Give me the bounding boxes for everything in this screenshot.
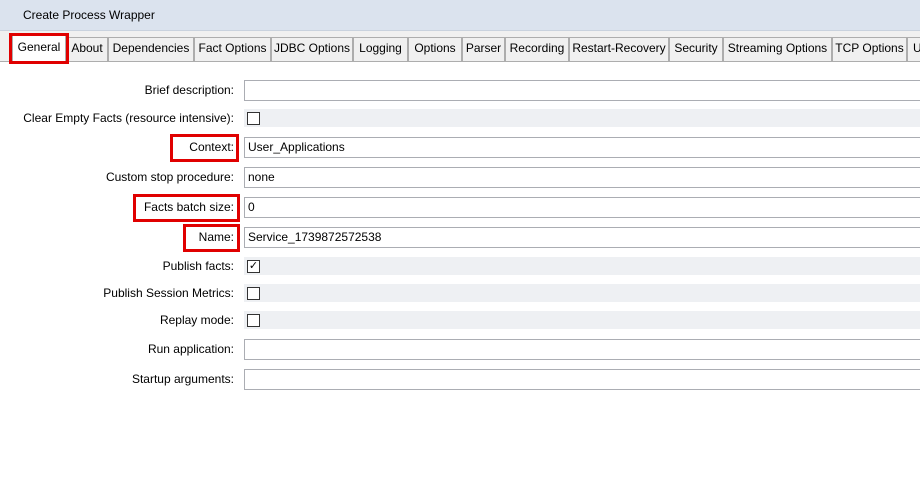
tab-parser[interactable]: Parser: [462, 37, 505, 61]
tab-fact-options[interactable]: Fact Options: [194, 37, 271, 61]
facts-batch-size-highlight: [133, 194, 240, 222]
publish-session-metrics-checkbox[interactable]: [247, 287, 260, 300]
tab-label: TCP Options: [835, 41, 904, 55]
run-application-label: Run application:: [147, 342, 234, 356]
facts-batch-size-field[interactable]: 0: [244, 197, 920, 218]
tab-label: Fact Options: [198, 41, 267, 55]
tab-label: Streaming Options: [727, 41, 828, 55]
tab-security[interactable]: Security: [669, 37, 723, 61]
tab-dependencies[interactable]: Dependencies: [108, 37, 194, 61]
publish-facts-row: [244, 257, 920, 275]
title-bar: Create Process Wrapper: [0, 0, 920, 31]
clear-empty-facts-row: [244, 109, 920, 127]
replay-mode-checkbox[interactable]: [247, 314, 260, 327]
replay-mode-row: [244, 311, 920, 329]
name-highlight: [183, 224, 240, 252]
tab-strip: General About Dependencies Fact Options …: [0, 31, 920, 62]
publish-facts-checkbox[interactable]: ✓: [247, 260, 260, 273]
clear-empty-facts-label: Clear Empty Facts (resource intensive):: [23, 111, 234, 125]
general-tab-highlight: [9, 33, 69, 64]
tab-label: About: [71, 41, 103, 55]
tab-about[interactable]: About: [66, 37, 108, 61]
publish-session-metrics-label: Publish Session Metrics:: [103, 286, 234, 300]
tab-label: Restart-Recovery: [572, 41, 666, 55]
custom-stop-procedure-label: Custom stop procedure:: [105, 170, 234, 184]
run-application-field[interactable]: [244, 339, 920, 360]
tab-label: Recording: [509, 41, 565, 55]
tab-label: Dependencies: [112, 41, 190, 55]
brief-description-label: Brief description:: [144, 83, 234, 97]
tab-recording[interactable]: Recording: [505, 37, 569, 61]
publish-facts-label: Publish facts:: [162, 259, 234, 273]
tab-label: U: [913, 41, 920, 55]
startup-arguments-field[interactable]: [244, 369, 920, 390]
tab-u[interactable]: U: [907, 37, 920, 61]
replay-mode-label: Replay mode:: [159, 313, 234, 327]
tab-label: Logging: [359, 41, 402, 55]
context-field[interactable]: User_Applications: [244, 137, 920, 158]
tab-streaming-options[interactable]: Streaming Options: [723, 37, 832, 61]
tab-label: Parser: [465, 41, 502, 55]
context-highlight: [170, 134, 239, 162]
publish-session-metrics-row: [244, 284, 920, 302]
custom-stop-procedure-field[interactable]: none: [244, 167, 920, 188]
name-field[interactable]: Service_1739872572538: [244, 227, 920, 248]
tab-label: Security: [674, 41, 718, 55]
brief-description-field[interactable]: [244, 80, 920, 101]
tab-jdbc-options[interactable]: JDBC Options: [271, 37, 353, 61]
tab-logging[interactable]: Logging: [353, 37, 408, 61]
tab-label: JDBC Options: [273, 41, 351, 55]
tab-tcp-options[interactable]: TCP Options: [832, 37, 907, 61]
tab-options[interactable]: Options: [408, 37, 462, 61]
tab-label: Options: [414, 41, 456, 55]
startup-arguments-label: Startup arguments:: [131, 372, 234, 386]
clear-empty-facts-checkbox[interactable]: [247, 112, 260, 125]
tab-restart-recovery[interactable]: Restart-Recovery: [569, 37, 669, 61]
window-title: Create Process Wrapper: [23, 8, 155, 22]
